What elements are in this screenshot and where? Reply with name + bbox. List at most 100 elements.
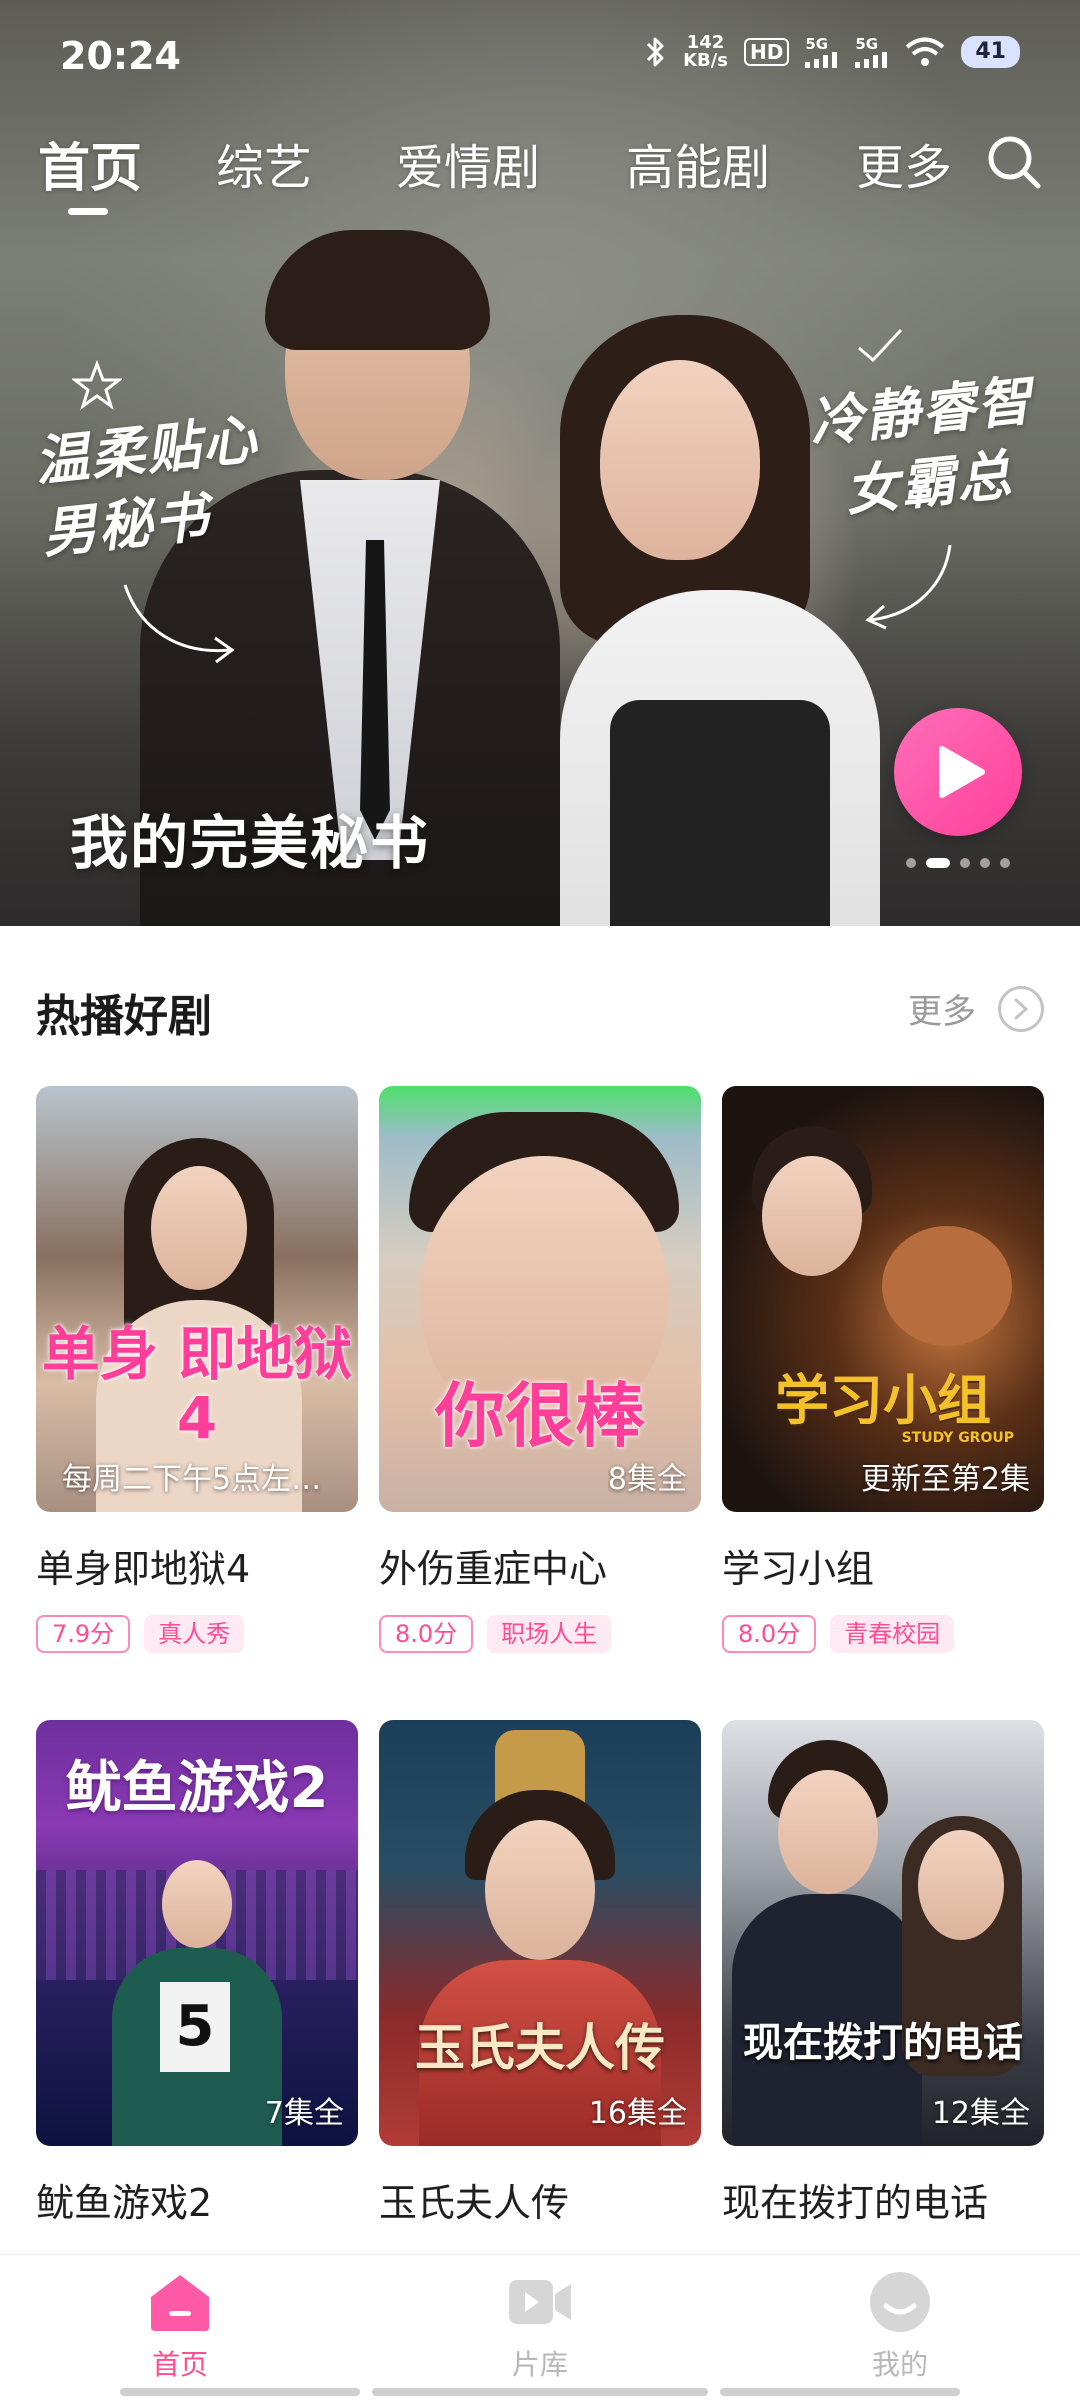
tab-variety[interactable]: 综艺 xyxy=(216,128,312,198)
drama-card[interactable]: 玉氏夫人传 16集全 玉氏夫人传 xyxy=(379,1720,701,2227)
poster-figure-face xyxy=(485,1820,595,1960)
signal-sim1: 5G xyxy=(805,36,839,68)
episode-caption: 每周二下午5点左… xyxy=(62,1462,322,1497)
nav-profile-label: 我的 xyxy=(871,2348,928,2381)
gesture-bar xyxy=(720,2388,960,2396)
episode-caption: 7集全 xyxy=(264,2096,344,2131)
arrow-doodle-icon xyxy=(123,584,235,664)
status-icons: 142 KB/s HD 5G 5G 41 xyxy=(645,34,1020,70)
network-type-label: 5G xyxy=(855,35,879,53)
player-number-badge: 5 xyxy=(160,1982,230,2072)
drama-title[interactable]: 外伤重症中心 xyxy=(379,1538,701,1593)
poster-subtitle-art: STUDY GROUP xyxy=(901,1430,1014,1446)
hero-note-right: 冷静睿智 女霸总 xyxy=(806,367,1036,524)
nav-profile[interactable]: 我的 xyxy=(830,2269,970,2383)
star-doodle-icon xyxy=(72,360,122,410)
hero-note-left: 温柔贴心 男秘书 xyxy=(31,406,262,566)
check-doodle-icon xyxy=(858,328,903,363)
carousel-dot[interactable] xyxy=(980,858,990,868)
carousel-dot[interactable] xyxy=(906,858,916,868)
hd-voice-badge: HD xyxy=(744,38,790,66)
poster-title-art: 现在拨打的电话 xyxy=(743,2020,1023,2066)
poster-title-art: 你很棒 xyxy=(435,1375,645,1457)
arrow-doodle-icon xyxy=(865,544,952,630)
status-bar: 20:24 142 KB/s HD 5G 5G 41 xyxy=(0,0,1080,120)
episode-caption: 更新至第2集 xyxy=(860,1462,1030,1497)
bluetooth-icon xyxy=(647,37,664,67)
poster-title-art: 玉氏夫人传 xyxy=(415,2019,665,2077)
nav-library[interactable]: 片库 xyxy=(470,2269,610,2383)
poster-figure-face xyxy=(151,1166,247,1290)
hero-actor-hair xyxy=(265,230,490,350)
score-badge: 8.0分 xyxy=(722,1615,817,1653)
network-speed-unit: KB/s xyxy=(683,50,729,71)
score-badge: 8.0分 xyxy=(379,1615,474,1653)
drama-card[interactable]: 你很棒 8集全 外伤重症中心 8.0分 职场人生 xyxy=(379,1086,701,1653)
tag-row: 8.0分 青春校园 xyxy=(722,1615,1044,1653)
tag-row: 8.0分 职场人生 xyxy=(379,1615,701,1653)
genre-badge: 真人秀 xyxy=(144,1615,245,1653)
nav-library-label: 片库 xyxy=(511,2348,568,2381)
nav-home[interactable]: 首页 xyxy=(110,2269,250,2383)
drama-title[interactable]: 玉氏夫人传 xyxy=(379,2172,701,2227)
tag-row: 7.9分 真人秀 xyxy=(36,1615,358,1653)
status-time: 20:24 xyxy=(60,34,181,78)
episode-caption: 8集全 xyxy=(607,1462,687,1497)
home-icon xyxy=(147,2269,213,2335)
tab-thriller[interactable]: 高能剧 xyxy=(626,128,770,198)
tab-romance[interactable]: 爱情剧 xyxy=(396,128,540,198)
carousel-indicator xyxy=(906,858,1010,868)
profile-icon xyxy=(867,2269,933,2335)
drama-title[interactable]: 鱿鱼游戏2 xyxy=(36,2172,358,2227)
poster-fist xyxy=(882,1226,1012,1346)
drama-card[interactable]: 学习小组 STUDY GROUP 更新至第2集 学习小组 8.0分 青春校园 xyxy=(722,1086,1044,1653)
gesture-bar xyxy=(372,2388,708,2396)
carousel-dot[interactable] xyxy=(960,858,970,868)
carousel-dot[interactable] xyxy=(1000,858,1010,868)
video-library-icon xyxy=(507,2269,573,2335)
search-icon[interactable] xyxy=(984,132,1044,192)
carousel-dot-active[interactable] xyxy=(926,858,950,868)
hero-title[interactable]: 我的完美秘书 xyxy=(70,796,430,880)
more-link[interactable]: 更多 xyxy=(908,984,1044,1033)
drama-title[interactable]: 现在拨打的电话 xyxy=(722,2172,1044,2227)
signal-sim2: 5G xyxy=(855,36,889,68)
drama-card[interactable]: 现在拨打的电话 12集全 现在拨打的电话 xyxy=(722,1720,1044,2227)
poster-image[interactable]: 单身 即地狱4 每周二下午5点左… xyxy=(36,1086,358,1512)
poster-figure-face xyxy=(918,1830,1004,1940)
drama-card[interactable]: 鱿鱼游戏2 5 7集全 鱿鱼游戏2 xyxy=(36,1720,358,2227)
drama-title[interactable]: 单身即地狱4 xyxy=(36,1538,358,1593)
active-tab-indicator xyxy=(68,208,108,215)
genre-badge: 青春校园 xyxy=(830,1615,955,1653)
poster-image[interactable]: 玉氏夫人传 16集全 xyxy=(379,1720,701,2146)
section-header: 热播好剧 更多 xyxy=(0,962,1080,1062)
poster-title-art: 鱿鱼游戏2 xyxy=(65,1756,329,1821)
poster-image[interactable]: 你很棒 8集全 xyxy=(379,1086,701,1512)
signal-bars-icon xyxy=(855,52,888,68)
battery-indicator: 41 xyxy=(961,36,1020,68)
drama-title[interactable]: 学习小组 xyxy=(722,1538,1044,1593)
tab-home[interactable]: 首页 xyxy=(38,126,142,201)
drama-card[interactable]: 单身 即地狱4 每周二下午5点左… 单身即地狱4 7.9分 真人秀 xyxy=(36,1086,358,1653)
category-tabs: 首页 综艺 爱情剧 高能剧 更多 xyxy=(0,120,1080,230)
wifi-icon xyxy=(906,37,945,66)
tab-more[interactable]: 更多 xyxy=(856,128,952,198)
gesture-bar xyxy=(120,2388,360,2396)
network-type-label: 5G xyxy=(805,35,829,53)
poster-title-art: 学习小组 xyxy=(775,1369,991,1432)
hero-actress-face xyxy=(600,360,760,560)
poster-figure-face xyxy=(162,1860,232,1948)
poster-image[interactable]: 学习小组 STUDY GROUP 更新至第2集 xyxy=(722,1086,1044,1512)
signal-bars-icon xyxy=(805,52,838,68)
poster-image[interactable]: 现在拨打的电话 12集全 xyxy=(722,1720,1044,2146)
chevron-right-icon xyxy=(998,985,1044,1032)
poster-title-art: 单身 即地狱4 xyxy=(41,1320,353,1452)
poster-image[interactable]: 鱿鱼游戏2 5 7集全 xyxy=(36,1720,358,2146)
play-button[interactable] xyxy=(894,708,1022,836)
bottom-navigation: 首页 片库 我的 xyxy=(0,2254,1080,2400)
genre-badge: 职场人生 xyxy=(487,1615,612,1653)
score-badge: 7.9分 xyxy=(36,1615,131,1653)
play-icon xyxy=(939,746,985,798)
hero-actress-vest xyxy=(610,700,830,926)
nav-home-label: 首页 xyxy=(151,2348,208,2381)
